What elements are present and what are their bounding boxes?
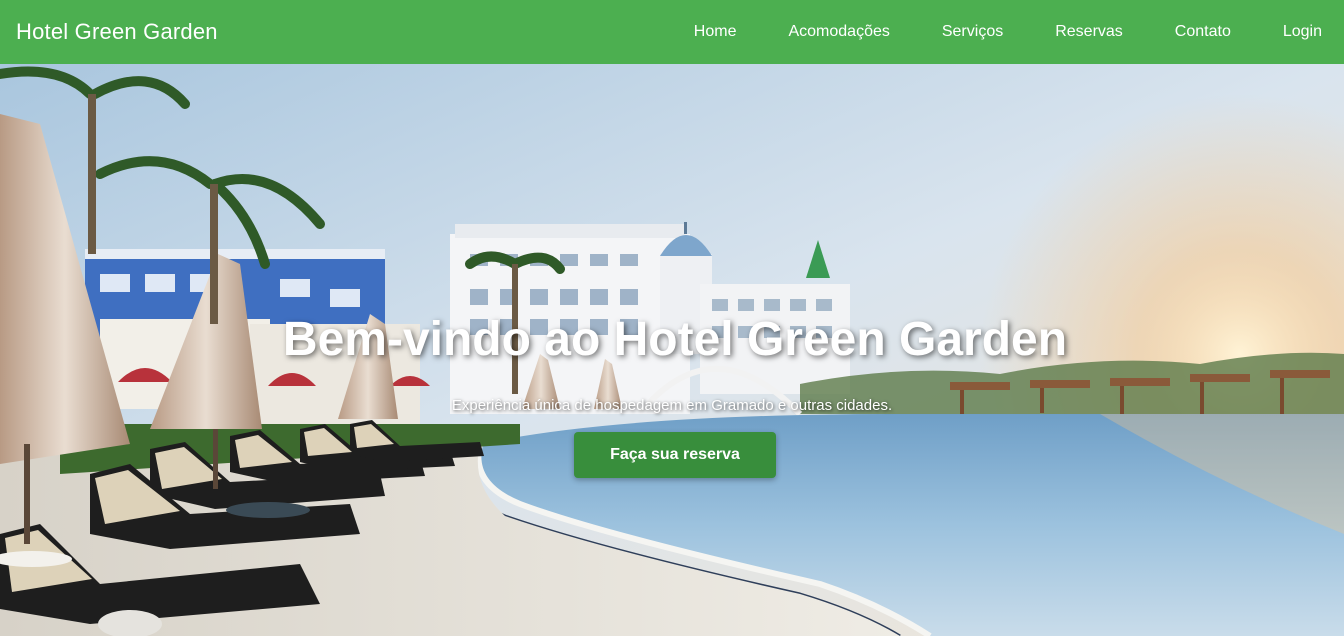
hero-subtitle: Experiência única de hospedagem em Grama… <box>451 397 893 414</box>
nav-link-login[interactable]: Login <box>1283 23 1322 41</box>
hero-content: Bem-vindo ao Hotel Green Garden Experiên… <box>0 64 1344 636</box>
nav-link-reservas[interactable]: Reservas <box>1055 23 1123 41</box>
brand-logo-link[interactable]: Hotel Green Garden <box>16 19 218 45</box>
hero-title: Bem-vindo ao Hotel Green Garden <box>282 313 1068 366</box>
nav-link-acomodacoes[interactable]: Acomodações <box>788 23 889 41</box>
hero-section: Bem-vindo ao Hotel Green Garden Experiên… <box>0 64 1344 636</box>
nav-link-contato[interactable]: Contato <box>1175 23 1231 41</box>
navbar: Hotel Green Garden Home Acomodações Serv… <box>0 0 1344 64</box>
book-now-button[interactable]: Faça sua reserva <box>574 432 776 478</box>
main-nav: Home Acomodações Serviços Reservas Conta… <box>642 23 1322 41</box>
nav-link-home[interactable]: Home <box>694 23 737 41</box>
nav-link-servicos[interactable]: Serviços <box>942 23 1003 41</box>
